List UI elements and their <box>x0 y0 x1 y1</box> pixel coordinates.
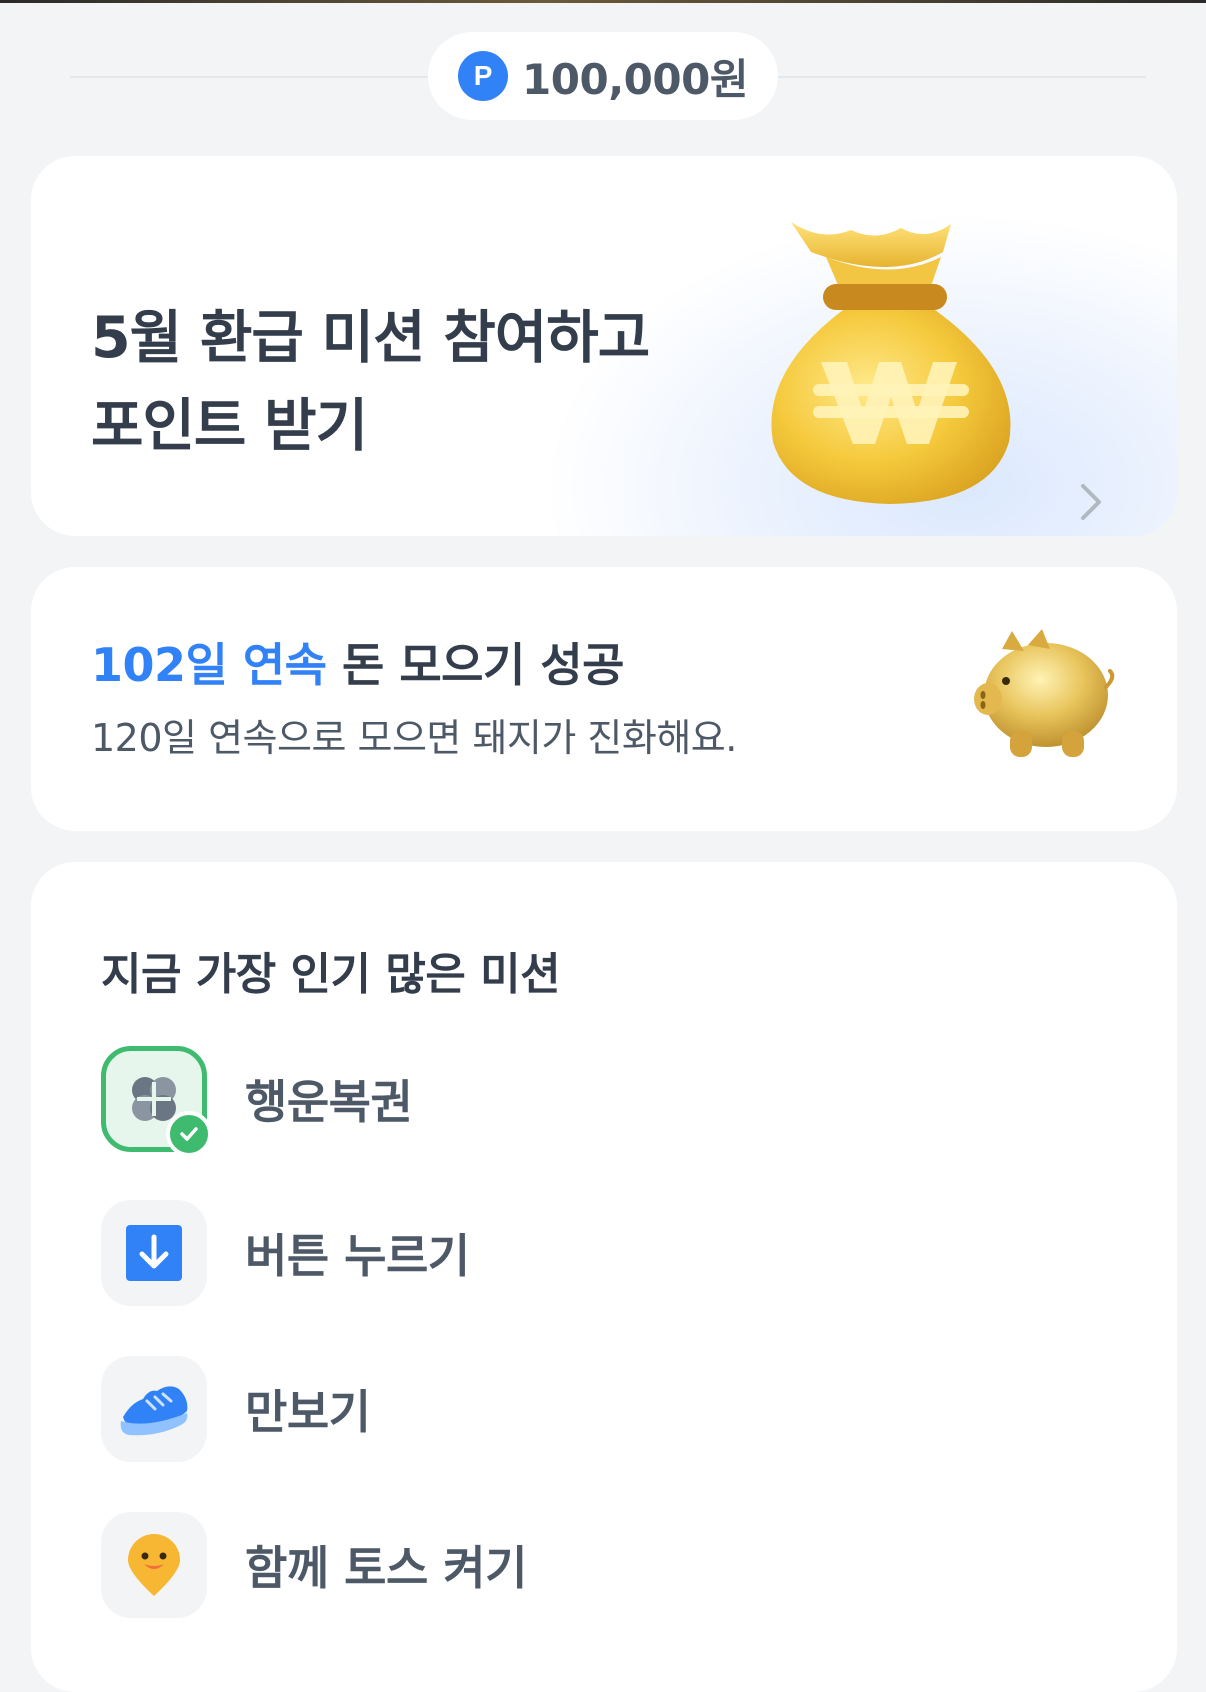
streak-title-rest: 돈 모으기 성공 <box>326 638 624 692</box>
savings-streak-card[interactable]: 102일 연속 돈 모으기 성공 120일 연속으로 모으면 돼지가 진화해요. <box>31 567 1177 831</box>
mission-label: 만보기 <box>245 1385 371 1439</box>
streak-days: 102일 연속 <box>91 638 327 692</box>
smiley-pin-icon <box>128 1534 180 1596</box>
popular-missions-heading: 지금 가장 인기 많은 미션 <box>101 949 561 1000</box>
point-icon: P <box>458 51 509 101</box>
streak-subtitle: 120일 연속으로 모으면 돼지가 진화해요. <box>91 716 737 760</box>
points-balance-pill[interactable]: P 100,000원 <box>428 32 778 120</box>
divider-left <box>70 76 430 78</box>
mission-item-open-toss-together[interactable]: 함께 토스 켜기 <box>101 1510 1001 1620</box>
mission-item-press-button[interactable]: 버튼 누르기 <box>101 1198 1001 1308</box>
points-amount: 100,000원 <box>522 54 748 104</box>
refund-title-line2: 포인트 받기 <box>91 393 368 459</box>
popular-missions-card: 지금 가장 인기 많은 미션 행운복권 버튼 누르기 만보기 함께 토스 켜기 <box>31 862 1177 1692</box>
check-icon <box>166 1111 212 1157</box>
money-bag-icon <box>771 222 1011 504</box>
refund-mission-card[interactable]: 5월 환급 미션 참여하고 포인트 받기 <box>31 156 1177 536</box>
points-row: P 100,000원 <box>0 30 1206 122</box>
mission-label: 행운복권 <box>245 1075 413 1129</box>
download-arrow-icon <box>126 1225 182 1281</box>
mission-icon-box <box>101 1200 207 1306</box>
mission-item-lottery[interactable]: 행운복권 <box>101 1044 1001 1157</box>
mission-label: 버튼 누르기 <box>245 1229 470 1283</box>
mission-icon-box <box>101 1356 207 1462</box>
mission-icon-box <box>101 1512 207 1618</box>
refund-mission-title: 5월 환급 미션 참여하고 포인트 받기 <box>91 294 650 470</box>
chevron-right-icon[interactable] <box>1071 476 1111 528</box>
divider-right <box>776 76 1146 78</box>
sneaker-icon <box>120 1386 188 1436</box>
mission-label: 함께 토스 켜기 <box>245 1541 527 1595</box>
golden-pig-icon <box>974 629 1115 757</box>
refund-title-line1: 5월 환급 미션 참여하고 <box>91 305 650 371</box>
top-edge <box>0 0 1206 3</box>
streak-title: 102일 연속 돈 모으기 성공 <box>91 629 624 695</box>
mission-icon-box <box>101 1046 212 1157</box>
mission-item-pedometer[interactable]: 만보기 <box>101 1354 1001 1464</box>
